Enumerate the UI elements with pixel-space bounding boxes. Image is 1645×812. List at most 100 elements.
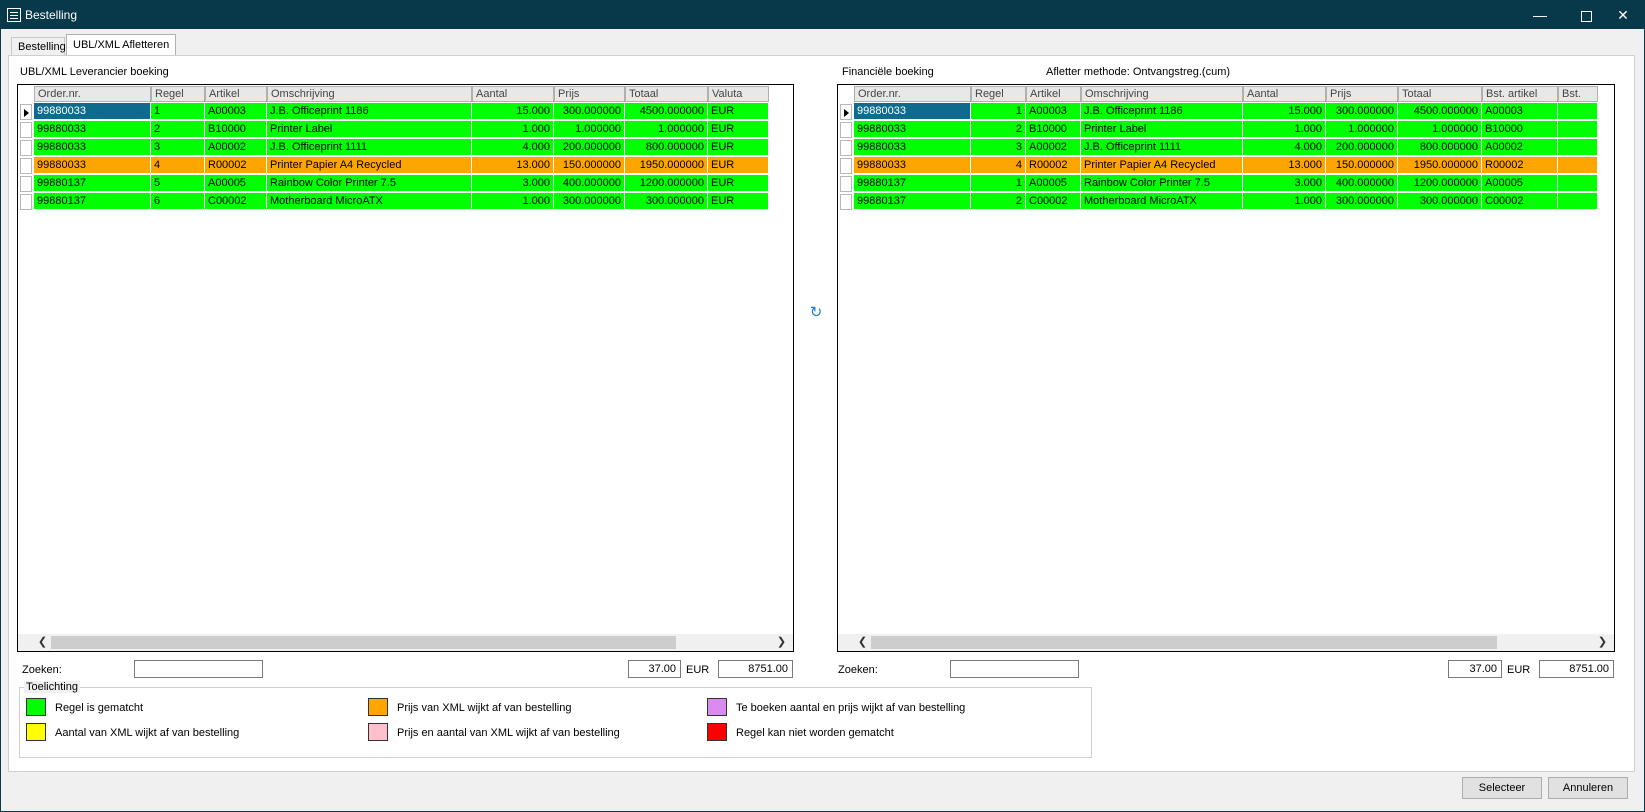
table-cell[interactable]: R00002	[1026, 157, 1081, 174]
table-cell[interactable]: 1950.000000	[625, 157, 708, 174]
table-cell[interactable]: C00002	[205, 193, 267, 210]
table-cell[interactable]: 4	[151, 157, 205, 174]
table-cell[interactable]: 99880033	[34, 139, 151, 156]
table-cell[interactable]: J.B. Officeprint 1186	[1081, 103, 1243, 120]
table-cell[interactable]: 300.000000	[554, 193, 625, 210]
table-row[interactable]: 99880033 2 B10000 Printer Label 1.000 1.00000…	[838, 121, 1614, 139]
table-cell[interactable]: Motherboard MicroATX	[267, 193, 472, 210]
table-cell[interactable]: 1.000	[1243, 121, 1326, 138]
table-cell[interactable]: 4	[971, 157, 1026, 174]
table-cell[interactable]	[1558, 121, 1598, 138]
column-header[interactable]: Omschrijving	[1081, 86, 1243, 102]
table-cell[interactable]: 3.000	[472, 175, 554, 192]
column-header[interactable]: Aantal	[1243, 86, 1326, 102]
table-cell[interactable]: 200.000000	[554, 139, 625, 156]
table-cell[interactable]: 2	[151, 121, 205, 138]
financial-booking-grid[interactable]: Order.nr. Regel Artikel Omschrijving Aantal P…	[837, 84, 1615, 652]
table-cell[interactable]: 150.000000	[1326, 157, 1398, 174]
table-cell[interactable]: 3.000	[1243, 175, 1326, 192]
table-cell[interactable]: 400.000000	[554, 175, 625, 192]
table-cell[interactable]: 99880137	[854, 193, 971, 210]
table-cell[interactable]: 1.000000	[1326, 121, 1398, 138]
table-cell[interactable]: 13.000	[1243, 157, 1326, 174]
table-row[interactable]: 99880033 1 A00003 J.B. Officeprint 1186 15.0…	[18, 103, 793, 121]
table-cell[interactable]: A00003	[1482, 103, 1558, 120]
table-cell[interactable]: 6	[151, 193, 205, 210]
table-cell[interactable]: 3	[151, 139, 205, 156]
table-cell[interactable]: 99880033	[854, 103, 971, 120]
table-cell[interactable]: 800.000000	[625, 139, 708, 156]
table-cell[interactable]: 150.000000	[554, 157, 625, 174]
column-header[interactable]: Bst.	[1558, 86, 1598, 102]
table-row[interactable]: 99880137 2 C00002 Motherboard MicroATX 1.000…	[838, 193, 1614, 211]
table-cell[interactable]: 300.000000	[554, 103, 625, 120]
table-cell[interactable]: 15.000	[1243, 103, 1326, 120]
table-cell[interactable]: 1	[151, 103, 205, 120]
table-cell[interactable]: 1.000	[1243, 193, 1326, 210]
table-cell[interactable]: 99880137	[34, 175, 151, 192]
table-cell[interactable]: A00003	[1026, 103, 1081, 120]
table-cell[interactable]: A00002	[1026, 139, 1081, 156]
horizontal-scrollbar[interactable]: ❮ ❯	[18, 634, 793, 651]
minimize-button[interactable]: —	[1517, 1, 1563, 29]
column-header[interactable]: Valuta	[708, 86, 769, 102]
table-cell[interactable]: A00005	[205, 175, 267, 192]
table-row[interactable]: 99880137 5 A00005 Rainbow Color Printer 7.5…	[18, 175, 793, 193]
column-header[interactable]: Order.nr.	[854, 86, 971, 102]
table-cell[interactable]: 400.000000	[1326, 175, 1398, 192]
table-row[interactable]: 99880033 3 A00002 J.B. Officeprint 1111 4.00…	[18, 139, 793, 157]
table-cell[interactable]: 1200.000000	[1398, 175, 1482, 192]
column-header[interactable]: Prijs	[1326, 86, 1398, 102]
table-cell[interactable]: R00002	[1482, 157, 1558, 174]
table-cell[interactable]: A00005	[1482, 175, 1558, 192]
table-cell[interactable]: C00002	[1482, 193, 1558, 210]
column-header[interactable]: Order.nr.	[34, 86, 151, 102]
table-cell[interactable]	[1558, 157, 1598, 174]
column-header[interactable]: Aantal	[472, 86, 554, 102]
table-cell[interactable]: A00003	[205, 103, 267, 120]
table-cell[interactable]: 99880033	[854, 157, 971, 174]
table-cell[interactable]: J.B. Officeprint 1111	[267, 139, 472, 156]
table-cell[interactable]: 4500.000000	[625, 103, 708, 120]
column-header[interactable]: Omschrijving	[267, 86, 472, 102]
table-cell[interactable]: 1.000000	[554, 121, 625, 138]
table-cell[interactable]: 99880137	[34, 193, 151, 210]
table-cell[interactable]: 99880137	[854, 175, 971, 192]
table-cell[interactable]: 1	[971, 175, 1026, 192]
table-cell[interactable]: A00002	[205, 139, 267, 156]
column-header[interactable]: Bst. artikel	[1482, 86, 1558, 102]
table-cell[interactable]: A00002	[1482, 139, 1558, 156]
scroll-right-icon[interactable]: ❯	[1594, 634, 1611, 651]
table-cell[interactable]: J.B. Officeprint 1111	[1081, 139, 1243, 156]
table-row[interactable]: 99880033 4 R00002 Printer Papier A4 Recycle…	[18, 157, 793, 175]
scrollbar-thumb[interactable]	[871, 636, 1497, 649]
table-cell[interactable]: Printer Papier A4 Recycled	[1081, 157, 1243, 174]
table-row[interactable]: 99880033 2 B10000 Printer Label 1.000 1.00000…	[18, 121, 793, 139]
table-cell[interactable]: EUR	[708, 103, 769, 120]
tab-bestelling[interactable]: Bestelling	[11, 37, 66, 56]
link-rows-icon[interactable]: ↻	[808, 305, 824, 321]
table-cell[interactable]: 200.000000	[1326, 139, 1398, 156]
column-header[interactable]: Regel	[971, 86, 1026, 102]
table-cell[interactable]: 300.000000	[625, 193, 708, 210]
table-cell[interactable]: EUR	[708, 157, 769, 174]
column-header[interactable]: Prijs	[554, 86, 625, 102]
supplier-booking-grid[interactable]: Order.nr. Regel Artikel Omschrijving Aantal P…	[17, 84, 794, 652]
left-search-input[interactable]	[134, 660, 263, 678]
table-cell[interactable]: B10000	[205, 121, 267, 138]
table-cell[interactable]: R00002	[205, 157, 267, 174]
table-cell[interactable]: 3	[971, 139, 1026, 156]
table-row[interactable]: 99880137 1 A00005 Rainbow Color Printer 7.5…	[838, 175, 1614, 193]
column-header[interactable]: Totaal	[625, 86, 708, 102]
table-cell[interactable]: Printer Label	[267, 121, 472, 138]
select-button[interactable]: Selecteer	[1462, 777, 1542, 799]
table-cell[interactable]: Printer Label	[1081, 121, 1243, 138]
table-cell[interactable]: B10000	[1026, 121, 1081, 138]
table-cell[interactable]: 800.000000	[1398, 139, 1482, 156]
table-cell[interactable]: EUR	[708, 139, 769, 156]
table-cell[interactable]: EUR	[708, 175, 769, 192]
table-cell[interactable]: 1950.000000	[1398, 157, 1482, 174]
table-cell[interactable]: 15.000	[472, 103, 554, 120]
column-header[interactable]: Regel	[151, 86, 205, 102]
table-row[interactable]: 99880033 3 A00002 J.B. Officeprint 1111 4.00…	[838, 139, 1614, 157]
